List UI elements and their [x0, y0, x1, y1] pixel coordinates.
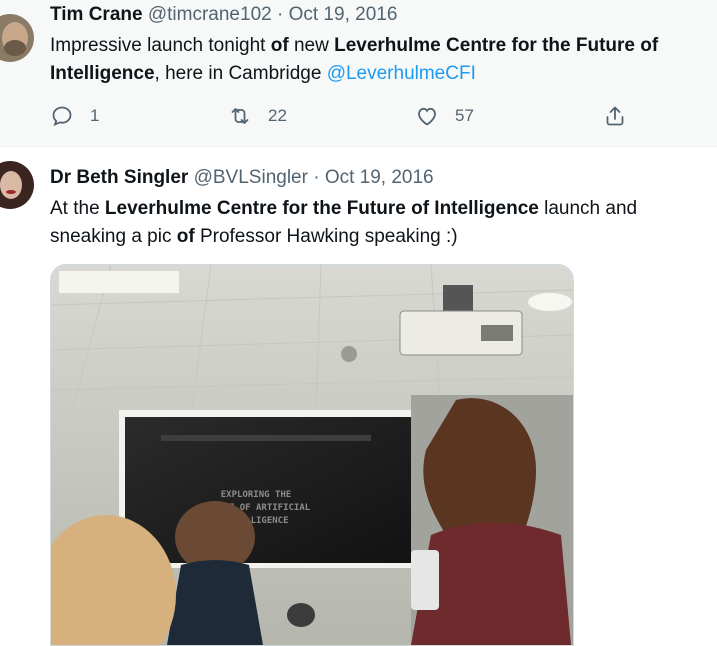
- avatar-lips: [6, 190, 16, 194]
- mention-link[interactable]: @LeverhulmeCFI: [327, 63, 476, 84]
- projector-panel: [481, 325, 513, 341]
- retweet-count: 22: [268, 106, 287, 125]
- separator: ·: [313, 167, 320, 188]
- avatar[interactable]: [0, 161, 34, 209]
- text-part: Impressive launch tonight: [50, 35, 271, 56]
- photo-scene: EXPLORING THE IMPACT OF ARTIFICIAL INTEL…: [51, 265, 573, 645]
- author-name[interactable]: Dr Beth Singler: [50, 167, 188, 188]
- retweet-icon: [231, 108, 249, 124]
- reply-button[interactable]: 1: [50, 100, 99, 132]
- tweet-text: At the Leverhulme Centre for the Future …: [50, 195, 705, 251]
- text-bold: of: [176, 226, 195, 247]
- retweet-button[interactable]: 22: [228, 100, 287, 132]
- phone: [411, 550, 439, 610]
- slide-line: EXPLORING THE: [221, 490, 291, 500]
- smoke-detector: [341, 346, 357, 362]
- tweet-tim-crane[interactable]: Tim Crane @timcrane102 · Oct 19, 2016 Im…: [0, 0, 717, 147]
- text-part: , here in Cambridge: [154, 63, 327, 84]
- author-handle[interactable]: @timcrane102: [148, 4, 272, 25]
- share-icon: [606, 106, 624, 126]
- like-icon: [418, 107, 436, 126]
- tweet-date[interactable]: Oct 19, 2016: [289, 4, 398, 25]
- text-bold: Leverhulme Centre for the Future of Inte…: [104, 198, 539, 219]
- share-button[interactable]: [603, 100, 643, 132]
- tweet-beth-singler[interactable]: Dr Beth Singler @BVLSingler · Oct 19, 20…: [0, 147, 717, 646]
- like-button[interactable]: 57: [415, 100, 474, 132]
- slide-bar: [161, 435, 371, 441]
- avatar-face: [0, 171, 22, 199]
- separator: ·: [276, 4, 284, 25]
- reply-count: 1: [90, 106, 100, 125]
- tweet-header: Dr Beth Singler @BVLSingler · Oct 19, 20…: [50, 167, 434, 189]
- avatar[interactable]: [0, 14, 34, 62]
- speaker-head: [287, 603, 315, 627]
- reply-icon: [52, 106, 72, 127]
- text-part: At the: [50, 198, 105, 219]
- tweet-text: Impressive launch tonight of new Leverhu…: [50, 32, 705, 88]
- tweet-date[interactable]: Oct 19, 2016: [325, 167, 434, 188]
- ceiling-light: [528, 293, 572, 311]
- text-part: new: [288, 35, 335, 56]
- text-part: Professor Hawking speaking :): [194, 226, 458, 247]
- text-bold: of: [270, 35, 289, 56]
- tweet-actions: 1 22 57: [50, 100, 640, 132]
- author-handle[interactable]: @BVLSingler: [194, 167, 308, 188]
- author-name[interactable]: Tim Crane: [50, 4, 143, 25]
- avatar-beard: [4, 40, 26, 56]
- person-body: [167, 560, 263, 645]
- tweet-header: Tim Crane @timcrane102 · Oct 19, 2016: [50, 4, 397, 26]
- tweet-photo[interactable]: EXPLORING THE IMPACT OF ARTIFICIAL INTEL…: [50, 264, 574, 646]
- ceiling-light: [59, 271, 179, 293]
- like-count: 57: [455, 106, 474, 125]
